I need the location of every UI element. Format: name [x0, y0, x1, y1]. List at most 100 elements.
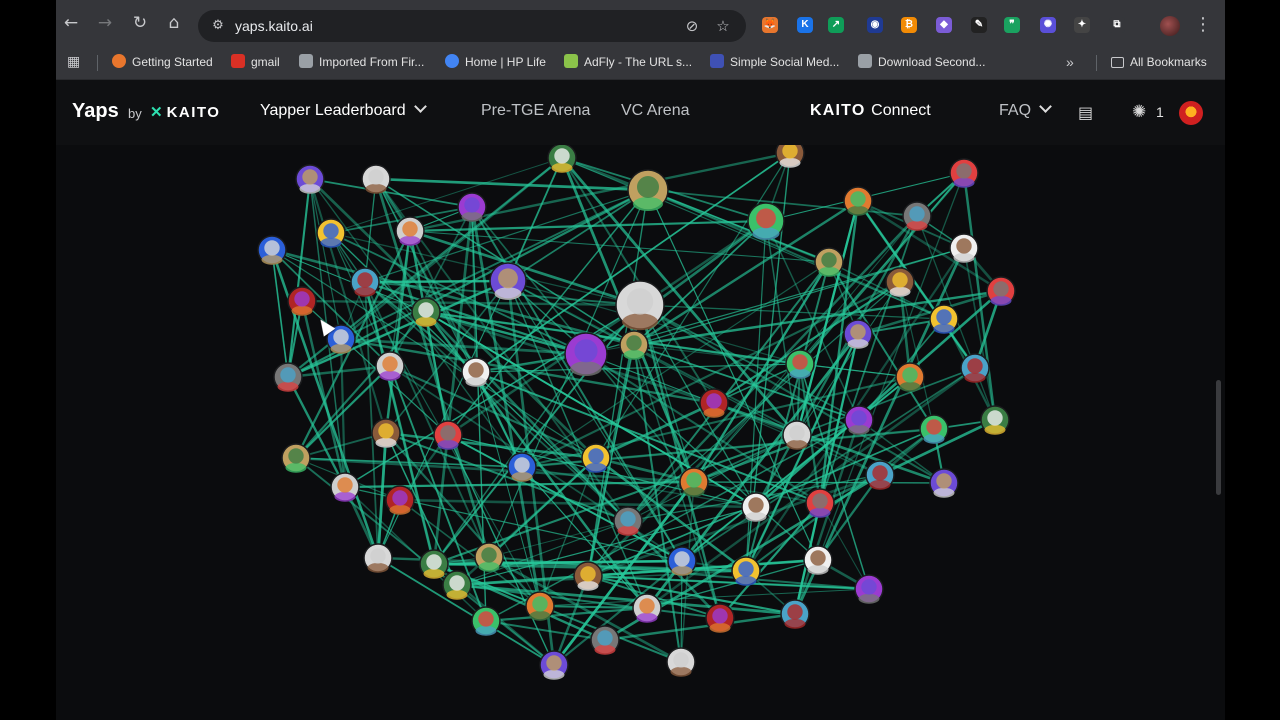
address-bar[interactable]: ⚙ yaps.kaito.ai ⊘ ☆ — [198, 10, 746, 42]
avatar-masked-man[interactable] — [667, 546, 697, 576]
chart-extension-icon[interactable]: ↗ — [828, 17, 844, 33]
avatar-anime[interactable] — [257, 235, 287, 265]
avatar-white-dog[interactable] — [775, 145, 805, 168]
avatar-teal-hat[interactable] — [419, 549, 449, 579]
kaito-connect-link[interactable]: KAITO Connect — [810, 102, 931, 120]
avatar-glasses-small[interactable] — [442, 570, 472, 600]
avatar-sunglasses[interactable] — [986, 276, 1016, 306]
avatar-bearded-man[interactable] — [980, 405, 1010, 435]
avatar-eagle[interactable] — [627, 169, 669, 211]
nav-faq[interactable]: FAQ — [999, 100, 1052, 120]
bookmark-item[interactable]: Simple Social Med... — [710, 46, 839, 79]
avatar-grey-wolf[interactable] — [385, 485, 415, 515]
graph-canvas[interactable] — [72, 145, 1202, 720]
avatar-bearded-2[interactable] — [705, 603, 735, 633]
home-icon[interactable]: ⌂ — [162, 11, 186, 35]
avatar-white-penguin[interactable] — [731, 556, 761, 586]
site-settings-icon[interactable]: ⚙ — [208, 16, 228, 36]
bookmark-item[interactable]: gmail — [231, 46, 280, 79]
avatar-red-ring-cat[interactable] — [679, 467, 709, 497]
bookmarks-overflow-icon[interactable]: » — [1066, 46, 1074, 79]
avatar-dark-suit[interactable] — [865, 460, 895, 490]
avatar-man-beard[interactable] — [919, 414, 949, 444]
avatar-dark-man[interactable] — [507, 452, 537, 482]
avatar-gold-mask[interactable] — [457, 192, 487, 222]
message-icon[interactable]: ▤ — [1078, 103, 1093, 122]
avatar-white-hair[interactable] — [843, 186, 873, 216]
avatar-orange-cap[interactable] — [741, 492, 771, 522]
avatar-gold-hair[interactable] — [699, 388, 729, 418]
fox-extension-icon[interactable]: 🦊 — [762, 17, 778, 33]
avatar-magenta[interactable] — [281, 443, 311, 473]
avatar-pepe-hat[interactable] — [375, 351, 405, 381]
avatar-dark-hair[interactable] — [747, 202, 785, 240]
pen-extension-icon[interactable]: ✎ — [971, 17, 987, 33]
medal-icon[interactable]: ✺ — [1132, 102, 1146, 122]
ai-extension-icon[interactable]: ✦ — [1074, 17, 1090, 33]
kebab-menu-icon[interactable]: ⋮ — [1194, 13, 1212, 37]
bookmark-item[interactable]: Home | HP Life — [445, 46, 546, 79]
avatar-grey-pixel[interactable] — [632, 593, 662, 623]
avatar-spider[interactable] — [411, 297, 441, 327]
avatar-monkey-black[interactable] — [564, 332, 608, 377]
eye-slash-icon[interactable]: ⊘ — [682, 16, 702, 36]
avatar-bald-man[interactable] — [316, 218, 346, 248]
avatar-man-glasses[interactable] — [539, 650, 569, 680]
page-scrollbar[interactable] — [1216, 380, 1221, 495]
avatar-purple-hood[interactable] — [843, 319, 873, 349]
avatar-purple-ball[interactable] — [785, 349, 815, 379]
avatar-white-bird[interactable] — [581, 443, 611, 473]
avatar-green-frog[interactable] — [547, 145, 577, 173]
bookmark-item[interactable]: Imported From Fir... — [299, 46, 424, 79]
puzzle-extension-icon[interactable]: ⧉ — [1109, 17, 1125, 33]
avatar-green-punk[interactable] — [590, 625, 620, 655]
quote-extension-icon[interactable]: ❞ — [1004, 17, 1020, 33]
bookmark-star-icon[interactable]: ☆ — [713, 16, 733, 36]
avatar-pink-cat[interactable] — [471, 606, 501, 636]
k-extension-icon[interactable]: K — [797, 17, 813, 33]
reload-icon[interactable]: ↻ — [128, 11, 152, 35]
avatar-purple-pixel[interactable] — [666, 647, 696, 677]
avatar-white-mask[interactable] — [615, 280, 665, 331]
avatar-blue-monster[interactable] — [902, 201, 932, 231]
url-text[interactable]: yaps.kaito.ai — [235, 10, 313, 42]
avatar-robot-gold[interactable] — [474, 542, 504, 572]
avatar-head-white[interactable] — [619, 330, 649, 360]
avatar-green-ring[interactable] — [371, 418, 401, 448]
avatar-red-glasses[interactable] — [363, 543, 393, 573]
avatar-cyan-ring[interactable] — [573, 561, 603, 591]
nav-pre-tge-arena[interactable]: Pre-TGE Arena — [481, 102, 590, 120]
avatar-striped[interactable] — [461, 357, 491, 387]
avatar-fox[interactable] — [433, 420, 463, 450]
avatar-blue-robot[interactable] — [780, 599, 810, 629]
avatar-small-grey[interactable] — [803, 545, 833, 575]
gear-extension-icon[interactable]: ✺ — [1040, 17, 1056, 33]
avatar-grey-box[interactable] — [949, 158, 979, 188]
avatar-blue-ring[interactable] — [929, 304, 959, 334]
avatar-alien[interactable] — [330, 472, 360, 502]
avatar-cap-man[interactable] — [525, 591, 555, 621]
avatar-blue-pixel[interactable] — [960, 353, 990, 383]
avatar-pink-bunny[interactable] — [929, 468, 959, 498]
yapper-network-graph[interactable] — [72, 145, 1202, 720]
logo-kaito[interactable]: ✕ KAITO — [150, 103, 220, 121]
forward-icon[interactable]: → — [93, 11, 117, 35]
avatar-teal-cat[interactable] — [854, 574, 884, 604]
nav-yapper-leaderboard[interactable]: Yapper Leaderboard — [260, 100, 427, 120]
avatar-blue-mask[interactable] — [613, 506, 643, 536]
profile-avatar[interactable] — [1160, 16, 1180, 36]
avatar-tools-logo[interactable] — [949, 233, 979, 263]
nav-vc-arena[interactable]: VC Arena — [621, 102, 689, 120]
apps-grid-icon[interactable]: ▦ — [67, 55, 81, 69]
avatar-punk[interactable] — [350, 267, 380, 297]
orb-extension-icon[interactable]: ◉ — [867, 17, 883, 33]
back-icon[interactable]: ← — [59, 11, 83, 35]
avatar-grey-default[interactable] — [814, 247, 844, 277]
avatar-yellow-face[interactable] — [287, 286, 317, 316]
avatar-pale-face[interactable] — [361, 164, 391, 194]
avatar-purple-ring[interactable] — [295, 164, 325, 194]
bookmark-item[interactable]: Getting Started — [112, 46, 213, 79]
bookmark-item[interactable]: AdFly - The URL s... — [564, 46, 692, 79]
coin-extension-icon[interactable]: ₿ — [901, 17, 917, 33]
avatar-red-bear[interactable] — [895, 362, 925, 392]
